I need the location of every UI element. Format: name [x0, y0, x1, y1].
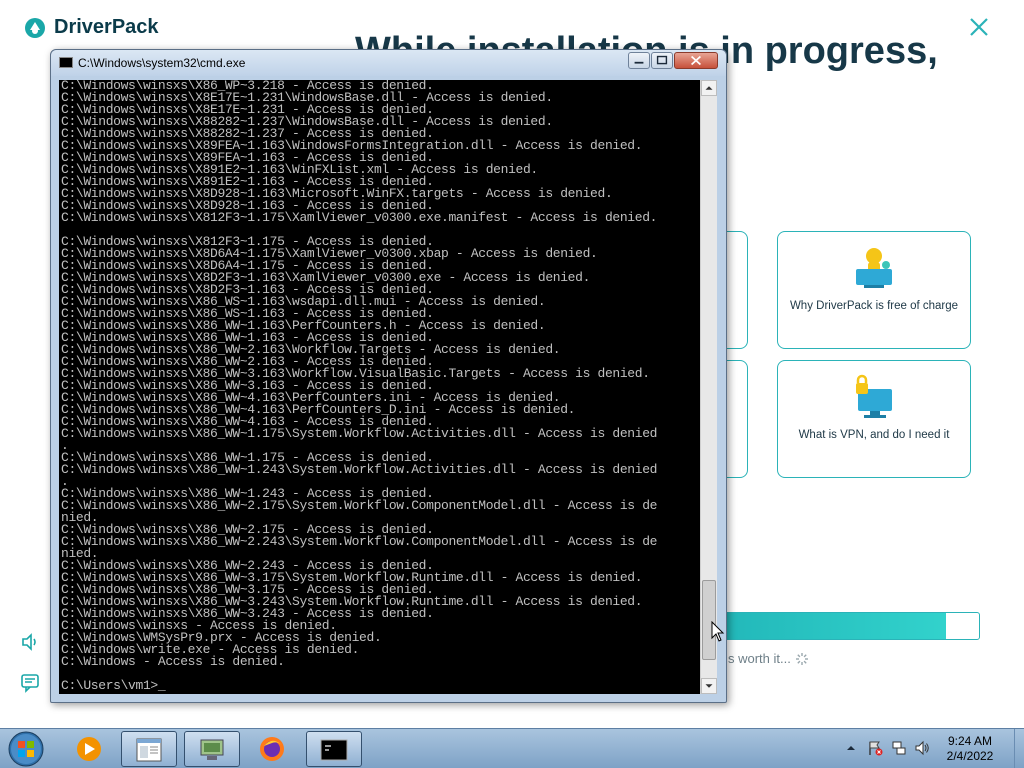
article-card-vpn[interactable]: What is VPN, and do I need it: [777, 360, 971, 478]
article-card-free[interactable]: Why DriverPack is free of charge: [777, 231, 971, 349]
console-line: C:\Windows\winsxs\X86_WW~2.243\System.Wo…: [61, 534, 658, 549]
chevron-up-icon: [705, 86, 713, 90]
scroll-down-button[interactable]: [701, 678, 717, 694]
clock-time: 9:24 AM: [947, 734, 993, 748]
driverpack-logo-text: DriverPack: [54, 16, 159, 38]
console-line: C:\Windows\winsxs\X812F3~1.175\XamlViewe…: [61, 210, 658, 225]
scroll-up-button[interactable]: [701, 80, 717, 96]
install-progress-bar: [704, 612, 980, 640]
maximize-icon: [656, 55, 668, 65]
start-button-icon[interactable]: [4, 730, 48, 768]
console-line: C:\Windows\winsxs\X86_WW~1.175\System.Wo…: [61, 426, 658, 441]
show-hidden-icons-icon[interactable]: [846, 743, 856, 753]
cmd-console-output[interactable]: C:\Windows\winsxs\X86_WP~3.218 - Access …: [59, 80, 700, 694]
driverpack-logo: DriverPack: [24, 16, 159, 39]
firefox-icon: [260, 737, 284, 761]
cmd-icon: [320, 739, 348, 761]
show-desktop-button[interactable]: [1014, 729, 1024, 768]
media-player-icon: [77, 737, 101, 761]
scroll-thumb[interactable]: [702, 580, 716, 660]
action-center-flag-icon[interactable]: [867, 740, 883, 756]
sound-icon[interactable]: [20, 632, 40, 652]
console-line: C:\Windows\winsxs\X86_WW~1.243\System.Wo…: [61, 462, 658, 477]
volume-icon[interactable]: [914, 740, 930, 756]
minimize-button[interactable]: [628, 52, 650, 69]
chevron-down-icon: [705, 684, 713, 688]
minimize-icon: [634, 61, 644, 64]
cmd-title-bar[interactable]: C:\Windows\system32\cmd.exe: [51, 50, 726, 76]
system-clock[interactable]: 9:24 AM 2/4/2022: [930, 734, 1010, 764]
console-lines: C:\Windows\winsxs\X86_WP~3.218 - Access …: [61, 80, 657, 692]
driverpack-logo-icon: [25, 17, 45, 38]
person-laptop-icon: [856, 248, 892, 288]
spinner-icon: [796, 653, 808, 665]
clock-date: 2/4/2022: [946, 749, 994, 763]
cmd-window-icon: [59, 57, 73, 68]
taskbar-network[interactable]: [184, 731, 240, 767]
maximize-button[interactable]: [651, 52, 673, 69]
progress-fill: [705, 613, 947, 639]
taskbar: 9:24 AM 2/4/2022: [0, 728, 1024, 768]
console-line: C:\Windows\winsxs\X86_WW~2.175\System.Wo…: [61, 498, 658, 513]
mouse-cursor-icon: [711, 621, 725, 642]
network-computer-icon: [200, 739, 224, 760]
explorer-window-icon: [136, 738, 162, 762]
cmd-window[interactable]: C:\Windows\system32\cmd.exe C:\Windows\w…: [50, 49, 727, 703]
status-text: s worth it...: [728, 651, 791, 666]
console-line: C:\Windows - Access is denied.: [61, 654, 285, 669]
lock-monitor-icon: [856, 374, 892, 418]
close-button[interactable]: [674, 52, 718, 69]
cmd-window-title: C:\Windows\system32\cmd.exe: [78, 56, 246, 70]
taskbar-explorer[interactable]: [121, 731, 177, 767]
close-icon: [690, 55, 702, 66]
article-card-label: What is VPN, and do I need it: [798, 429, 950, 441]
chat-icon[interactable]: [20, 673, 40, 693]
vertical-scrollbar[interactable]: [700, 80, 717, 694]
taskbar-media-player[interactable]: [62, 731, 118, 767]
console-line: C:\Users\vm1>_: [61, 678, 166, 693]
network-tray-icon[interactable]: [891, 740, 907, 756]
taskbar-firefox[interactable]: [245, 731, 301, 767]
taskbar-cmd[interactable]: [306, 731, 362, 767]
article-card-label: Why DriverPack is free of charge: [789, 300, 959, 312]
